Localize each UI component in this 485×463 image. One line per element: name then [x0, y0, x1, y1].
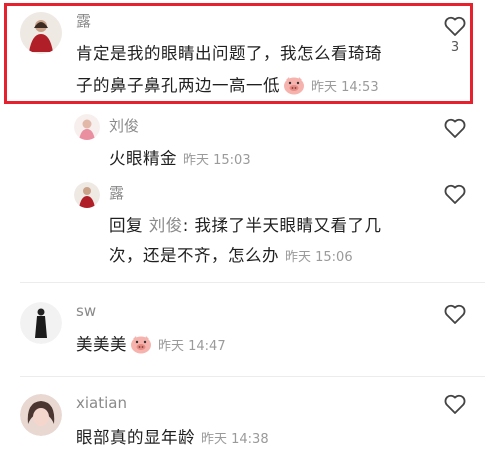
username[interactable]: 刘俊	[109, 115, 139, 136]
comment-text-line-2: 子的鼻子鼻孔两边一高一低 昨天 14:53	[76, 72, 379, 96]
comment-text: 次，还是不齐，怎么办	[109, 246, 279, 265]
reply-item: 露 回复 刘俊: 我揉了半天眼睛又看了几 次，还是不齐，怎么办 昨天 15:06	[0, 178, 485, 278]
comment-text: : 我揉了半天眼睛又看了几	[182, 216, 382, 235]
comment-item: xiatian 眼部真的显年龄 昨天 14:38	[0, 384, 485, 463]
comment-text: 火眼精金	[109, 149, 177, 168]
comment-item: sw 美美美 昨天 14:47	[0, 290, 485, 376]
reply-prefix: 回复	[109, 216, 149, 235]
comment-text-line-1: 眼部真的显年龄 昨天 14:38	[76, 424, 269, 448]
username[interactable]: sw	[76, 302, 96, 320]
timestamp: 昨天 14:38	[201, 432, 269, 447]
like-count: 3	[450, 40, 460, 55]
like-heart-icon[interactable]	[443, 116, 467, 140]
username[interactable]: 露	[109, 182, 124, 203]
avatar[interactable]	[20, 12, 62, 54]
comment-text-line-1: 火眼精金 昨天 15:03	[109, 145, 251, 169]
username[interactable]: xiatian	[76, 394, 127, 412]
comment-text-line-1: 美美美 昨天 14:47	[76, 331, 226, 355]
comment-item: 露 肯定是我的眼睛出问题了，我怎么看琦琦 子的鼻子鼻孔两边一高一低 昨天 14:…	[0, 0, 485, 110]
like-heart-icon[interactable]	[443, 302, 467, 326]
divider	[20, 282, 485, 283]
username[interactable]: 露	[76, 10, 91, 31]
pig-face-icon	[284, 77, 304, 95]
avatar[interactable]	[74, 182, 100, 208]
timestamp: 昨天 15:06	[285, 250, 353, 265]
avatar[interactable]	[74, 114, 100, 140]
like-heart-icon[interactable]	[443, 14, 467, 38]
comment-text: 子的鼻子鼻孔两边一高一低	[76, 76, 280, 95]
timestamp: 昨天 14:53	[311, 80, 379, 95]
like-heart-icon[interactable]	[443, 182, 467, 206]
avatar[interactable]	[20, 302, 62, 344]
comment-text-line-2: 次，还是不齐，怎么办 昨天 15:06	[109, 242, 353, 266]
comment-text-line-1: 回复 刘俊: 我揉了半天眼睛又看了几	[109, 212, 382, 236]
pig-face-icon	[131, 336, 151, 354]
reply-to-username[interactable]: 刘俊	[149, 216, 183, 235]
comment-text: 美美美	[76, 335, 127, 354]
timestamp: 昨天 14:47	[158, 339, 226, 354]
reply-item: 刘俊 火眼精金 昨天 15:03	[0, 110, 485, 178]
comment-text-line-1: 肯定是我的眼睛出问题了，我怎么看琦琦	[76, 44, 382, 63]
divider	[20, 376, 485, 377]
avatar[interactable]	[20, 394, 62, 436]
timestamp: 昨天 15:03	[183, 153, 251, 168]
like-heart-icon[interactable]	[443, 392, 467, 416]
comment-text: 眼部真的显年龄	[76, 428, 195, 447]
